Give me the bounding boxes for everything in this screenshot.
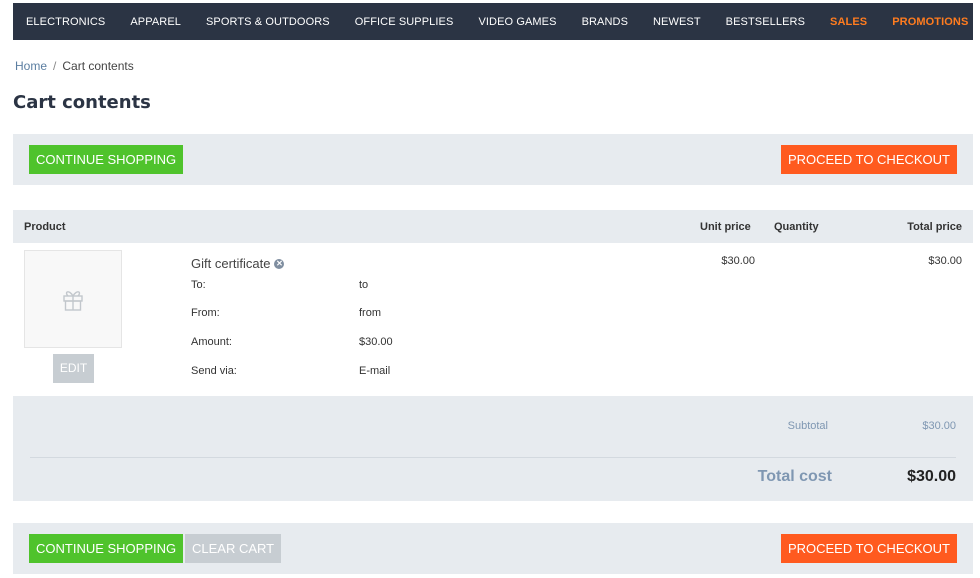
subtotal-value: $30.00 [922, 420, 956, 432]
product-title-wrap: Gift certificate ✕ [191, 256, 285, 271]
option-value-amount: $30.00 [359, 336, 393, 348]
product-title-link[interactable]: Gift certificate [191, 256, 270, 271]
header-quantity: Quantity [774, 221, 819, 233]
nav-item-office-supplies[interactable]: OFFICE SUPPLIES [355, 16, 454, 28]
bottom-buttons-bar: CONTINUE SHOPPING CLEAR CART PROCEED TO … [13, 523, 973, 574]
option-value-to: to [359, 279, 369, 291]
cart-table-header: Product Unit price Quantity Total price [13, 210, 973, 243]
continue-shopping-button-bottom[interactable]: CONTINUE SHOPPING [29, 534, 184, 563]
nav-item-promotions[interactable]: PROMOTIONS [892, 16, 968, 28]
cart-table: Product Unit price Quantity Total price … [13, 210, 973, 396]
product-thumbnail[interactable] [24, 250, 122, 348]
clear-cart-button[interactable]: CLEAR CART [185, 534, 282, 563]
row-total-price: $30.00 [928, 255, 962, 267]
nav-item-video-games[interactable]: VIDEO GAMES [478, 16, 556, 28]
gift-icon [63, 291, 83, 311]
proceed-to-checkout-button[interactable]: PROCEED TO CHECKOUT [780, 145, 957, 174]
option-label-amount: Amount: [191, 336, 232, 348]
nav-item-electronics[interactable]: ELECTRONICS [26, 16, 105, 28]
summary-divider [30, 457, 956, 458]
header-unit-price: Unit price [700, 221, 751, 233]
option-value-send-via: E-mail [359, 365, 391, 377]
table-row: EDIT Gift certificate ✕ To: to From: fro… [13, 243, 973, 396]
option-label-from: From: [191, 307, 220, 319]
proceed-to-checkout-button-bottom[interactable]: PROCEED TO CHECKOUT [780, 534, 957, 563]
subtotal-label: Subtotal [787, 420, 828, 432]
breadcrumb: Home / Cart contents [15, 59, 134, 73]
nav-item-apparel[interactable]: APPAREL [130, 16, 181, 28]
page-title: Cart contents [13, 92, 151, 113]
option-label-to: To: [191, 279, 206, 291]
total-cost-label: Total cost [757, 468, 832, 485]
nav-item-newest[interactable]: NEWEST [653, 16, 701, 28]
breadcrumb-home-link[interactable]: Home [15, 59, 47, 73]
nav-item-bestsellers[interactable]: BESTSELLERS [726, 16, 805, 28]
remove-icon[interactable]: ✕ [274, 258, 285, 269]
breadcrumb-separator: / [53, 59, 57, 73]
continue-shopping-button[interactable]: CONTINUE SHOPPING [29, 145, 184, 174]
header-product: Product [24, 221, 66, 233]
unit-price: $30.00 [721, 255, 755, 267]
cart-summary: Subtotal $30.00 Total cost $30.00 [13, 396, 973, 501]
total-cost-value: $30.00 [907, 468, 956, 485]
nav-item-sales[interactable]: SALES [830, 16, 867, 28]
edit-button[interactable]: EDIT [53, 354, 94, 383]
top-navigation: ELECTRONICS APPAREL SPORTS & OUTDOORS OF… [13, 3, 973, 40]
nav-item-brands[interactable]: BRANDS [582, 16, 628, 28]
nav-item-sports-outdoors[interactable]: SPORTS & OUTDOORS [206, 16, 330, 28]
option-value-from: from [359, 307, 381, 319]
breadcrumb-current: Cart contents [62, 59, 134, 73]
header-total-price: Total price [907, 221, 962, 233]
option-label-send-via: Send via: [191, 365, 237, 377]
top-buttons-bar: CONTINUE SHOPPING PROCEED TO CHECKOUT [13, 134, 973, 185]
